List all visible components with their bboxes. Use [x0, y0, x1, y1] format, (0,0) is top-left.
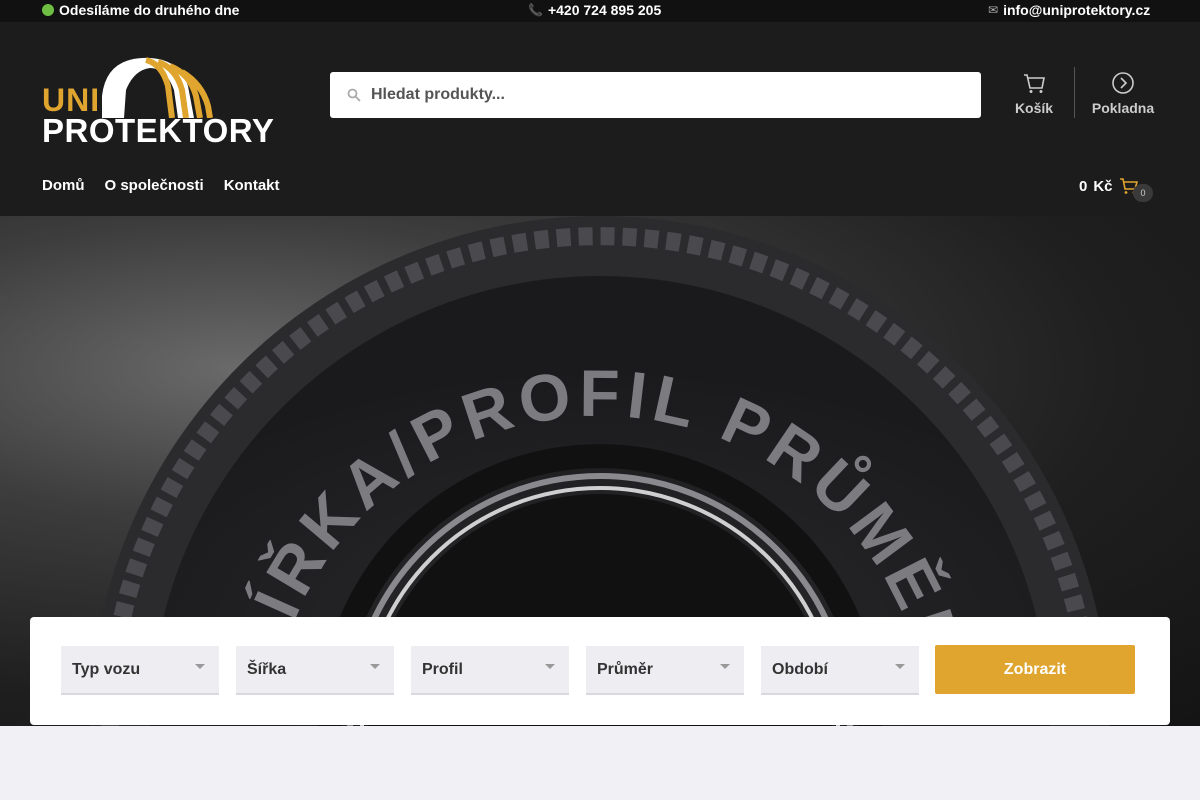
cart-count-badge: 0 [1133, 184, 1153, 202]
product-search[interactable] [330, 72, 981, 118]
email-text[interactable]: info@uniprotektory.cz [1003, 2, 1150, 18]
header-divider [1074, 67, 1075, 118]
select-profile-label: Profil [422, 661, 463, 678]
email-info[interactable]: ✉ info@uniprotektory.cz [988, 2, 1150, 18]
select-season-label: Období [772, 661, 828, 678]
phone-text[interactable]: +420 724 895 205 [548, 2, 661, 18]
arrow-circle-right-icon [1112, 72, 1134, 94]
tire-filter-form: Typ vozu Šířka Profil Průměr Období Zobr… [30, 617, 1170, 725]
top-bar: Odesíláme do druhého dne 📞 +420 724 895 … [0, 0, 1200, 22]
cart-total-amount: 0 [1079, 177, 1088, 195]
cart-button[interactable]: Košík [1013, 72, 1055, 116]
checkout-label: Pokladna [1091, 100, 1155, 116]
chevron-down-icon [195, 664, 205, 669]
select-vehicle-type[interactable]: Typ vozu [61, 646, 219, 695]
nav-item-about[interactable]: O společnosti [105, 177, 204, 194]
chevron-down-icon [720, 664, 730, 669]
search-input[interactable] [371, 86, 951, 104]
checkout-button[interactable]: Pokladna [1090, 72, 1156, 116]
cart-label: Košík [1014, 100, 1054, 116]
chevron-down-icon [545, 664, 555, 669]
chevron-down-icon [370, 664, 380, 669]
chevron-down-icon [895, 664, 905, 669]
select-diameter[interactable]: Průměr [586, 646, 744, 695]
select-width[interactable]: Šířka [236, 646, 394, 695]
envelope-icon: ✉ [988, 3, 999, 17]
site-header: UNI PROTEKTORY Košík Pokladna Domů O spo… [0, 22, 1200, 216]
search-icon [346, 87, 362, 103]
select-vehicle-type-label: Typ vozu [72, 661, 141, 678]
nav-item-home[interactable]: Domů [42, 177, 85, 194]
show-results-button[interactable]: Zobrazit [935, 645, 1135, 694]
select-diameter-label: Průměr [597, 661, 654, 678]
logo-text-protektory: PROTEKTORY [42, 112, 275, 149]
cart-currency: Kč [1093, 177, 1113, 195]
nav-item-contact[interactable]: Kontakt [224, 177, 280, 194]
main-nav: Domů O společnosti Kontakt [42, 177, 280, 194]
green-dot-icon [42, 4, 54, 16]
site-logo[interactable]: UNI PROTEKTORY [42, 56, 275, 149]
shopping-basket-icon [1024, 74, 1045, 93]
mini-cart[interactable]: 0 Kč [1079, 177, 1139, 195]
shipping-info: Odesíláme do druhého dne [42, 2, 239, 18]
phone-info[interactable]: 📞 +420 724 895 205 [528, 2, 661, 18]
select-profile[interactable]: Profil [411, 646, 569, 695]
tire-logo-icon [102, 57, 213, 118]
select-width-label: Šířka [247, 661, 287, 678]
select-season[interactable]: Období [761, 646, 919, 695]
phone-icon: 📞 [528, 3, 543, 17]
shipping-text: Odesíláme do druhého dne [59, 2, 240, 18]
